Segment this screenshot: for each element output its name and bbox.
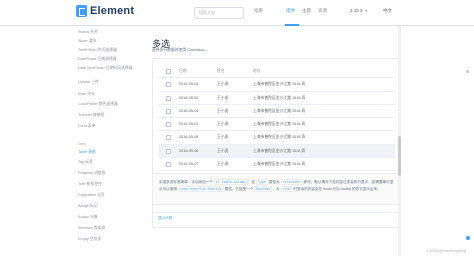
- cell-date: 2016-05-08: [179, 135, 199, 140]
- dot-icon: [466, 70, 469, 73]
- column-header-date[interactable]: 日期: [179, 69, 187, 74]
- cell-address: 上海市普陀区金沙江路 1518 弄: [253, 135, 306, 140]
- sidebar-item-slider[interactable]: Slider 滑块: [78, 39, 96, 44]
- doc-text-3: 属性为: [268, 180, 280, 184]
- sidebar-item-tree[interactable]: Tree 树形控件: [78, 182, 102, 187]
- cell-address: 上海市普陀区金沙江路 1518 弄: [253, 108, 306, 113]
- cell-address: 上海市普陀区金沙江路 1518 弄: [253, 148, 306, 153]
- cell-address: 上海市普陀区金沙江路 1518 弄: [253, 122, 306, 127]
- code-type: type: [255, 179, 268, 185]
- sidebar-item-tag[interactable]: Tag 标签: [78, 160, 93, 165]
- scrollbar-thumb[interactable]: [398, 136, 401, 176]
- doc-text-2: ，设: [247, 180, 255, 184]
- sidebar-item-switch[interactable]: Switch 开关: [78, 30, 98, 35]
- table-row[interactable]: 2016-05-02 王小虎 上海市普陀区金沙江路 1518 弄: [159, 92, 395, 105]
- doc-text-7: 时多余的内容会在 hover 时以 tooltip 的形式显示出来。: [293, 187, 381, 191]
- table-row[interactable]: 2016-05-07 王小虎 上海市普陀区金沙江路 1518 弄: [159, 158, 395, 172]
- row-checkbox[interactable]: [166, 108, 171, 114]
- row-checkbox[interactable]: [166, 135, 171, 141]
- nav-component[interactable]: 组件: [286, 8, 295, 14]
- element-logo[interactable]: Element: [76, 5, 134, 17]
- sidebar-item-rate[interactable]: Rate 评分: [78, 92, 95, 97]
- cell-name: 王小虎: [217, 108, 229, 113]
- doc-text-1: 实现多选非常简单：手动添加一个: [159, 180, 213, 184]
- row-checkbox[interactable]: [166, 82, 171, 88]
- row-checkbox[interactable]: [166, 95, 171, 101]
- sidebar-item-table[interactable]: Table 表格: [78, 150, 96, 155]
- select-all-checkbox[interactable]: [166, 69, 171, 74]
- doc-text-6: ，为: [272, 187, 280, 191]
- sidebar-item-form[interactable]: Form 表单: [78, 124, 96, 129]
- sidebar-item-skeleton[interactable]: Skeleton 骨架屏: [78, 226, 105, 231]
- language-switch[interactable]: 中文: [383, 8, 392, 14]
- top-header: Element 搜索文档 指南 组件 主题 资源 2.15.3 ▼ 中文: [0, 0, 474, 26]
- code-true: true: [280, 186, 293, 192]
- sidebar: Switch 开关 Slider 滑块 TimePicker 时间选择器 Dat…: [70, 26, 148, 256]
- search-input[interactable]: 搜索文档: [194, 7, 244, 19]
- nav-resource[interactable]: 资源: [318, 8, 327, 14]
- sidebar-item-transfer[interactable]: Transfer 穿梭框: [78, 113, 104, 118]
- sidebar-item-badge[interactable]: Badge 标记: [78, 204, 98, 209]
- scrollbar[interactable]: [398, 26, 401, 256]
- show-code-toggle[interactable]: 显示代码: [152, 212, 400, 222]
- sidebar-item-datepicker[interactable]: DatePicker 日期选择器: [78, 57, 117, 62]
- cell-name: 王小虎: [217, 148, 229, 153]
- sidebar-item-pagination[interactable]: Pagination 分页: [78, 193, 105, 198]
- watermark: CSDN @wenfangfang: [426, 248, 466, 253]
- code-el-table-column: el-table-column: [213, 179, 248, 185]
- cell-address: 上海市普陀区金沙江路 1518 弄: [253, 82, 306, 87]
- main-content: 多选 选择多行数据时使用 Checkbox。 日期 姓名 地址 2016-05-…: [152, 26, 402, 256]
- cell-date: 2016-05-03: [179, 82, 199, 87]
- logo-text: Element: [90, 5, 135, 17]
- description-text: 实现多选非常简单：手动添加一个 el-table-column ，设 type 属…: [159, 179, 395, 193]
- column-header-address[interactable]: 地址: [253, 69, 261, 74]
- version-value: 2.15.3: [350, 8, 363, 13]
- description-box: 实现多选非常简单：手动添加一个 el-table-column ，设 type 属…: [152, 173, 400, 205]
- table-header-row: 日期 姓名 地址: [159, 65, 395, 79]
- chevron-down-icon: ▼: [364, 9, 368, 13]
- cell-name: 王小虎: [217, 162, 229, 167]
- row-checkbox[interactable]: [166, 148, 171, 154]
- doc-text-5: 属性，它接受一个: [224, 187, 254, 191]
- cell-name: 王小虎: [217, 82, 229, 87]
- sidebar-item-progress[interactable]: Progress 进度条: [78, 171, 106, 176]
- sidebar-item-datetimepicker[interactable]: DateTimePicker 日期时间选择器: [78, 66, 133, 71]
- sidebar-group-data: Data: [78, 142, 86, 146]
- version-select[interactable]: 2.15.3 ▼: [350, 8, 368, 13]
- code-selection: selection: [280, 179, 303, 185]
- cell-date: 2016-05-06: [179, 148, 199, 153]
- table-row[interactable]: 2016-05-03 王小虎 上海市普陀区金沙江路 1518 弄: [159, 78, 395, 92]
- cell-date: 2016-05-07: [179, 162, 199, 167]
- section-description: 选择多行数据时使用 Checkbox。: [152, 48, 208, 52]
- code-boolean: Boolean: [254, 186, 273, 192]
- table-row[interactable]: 2016-05-04 王小虎 上海市普陀区金沙江路 1518 弄: [159, 105, 395, 119]
- sidebar-item-colorpicker[interactable]: ColorPicker 颜色选择器: [78, 102, 118, 107]
- column-header-name[interactable]: 姓名: [217, 69, 225, 74]
- table-row[interactable]: 2016-05-01 王小虎 上海市普陀区金沙江路 1518 弄: [159, 118, 395, 132]
- row-checkbox[interactable]: [166, 162, 171, 168]
- cell-date: 2016-05-02: [179, 95, 199, 100]
- cell-date: 2016-05-04: [179, 108, 199, 113]
- nav-guide[interactable]: 指南: [254, 8, 263, 14]
- nav-theme[interactable]: 主题: [302, 8, 311, 14]
- row-checkbox[interactable]: [166, 122, 171, 128]
- cell-date: 2016-05-01: [179, 122, 199, 127]
- back-to-top-icon[interactable]: [466, 236, 470, 240]
- sidebar-item-upload[interactable]: Upload 上传: [78, 80, 99, 85]
- cell-address: 上海市普陀区金沙江路 1518 弄: [253, 162, 306, 167]
- data-table: 日期 姓名 地址 2016-05-03 王小虎 上海市普陀区金沙江路 1518 …: [159, 65, 395, 172]
- cell-name: 王小虎: [217, 95, 229, 100]
- cell-name: 王小虎: [217, 135, 229, 140]
- table-row-hover[interactable]: 2016-05-06 王小虎 上海市普陀区金沙江路 1518 弄: [159, 144, 395, 159]
- cell-address: 上海市普陀区金沙江路 1518 弄: [253, 95, 306, 100]
- sidebar-item-timepicker[interactable]: TimePicker 时间选择器: [78, 48, 117, 53]
- sidebar-item-empty[interactable]: Empty 空状态: [78, 237, 101, 242]
- code-show-overflow-tooltip: show-overflow-tooltip: [177, 186, 224, 192]
- table-row[interactable]: 2016-05-08 王小虎 上海市普陀区金沙江路 1518 弄: [159, 131, 395, 145]
- cell-name: 王小虎: [217, 122, 229, 127]
- sidebar-item-avatar[interactable]: Avatar 头像: [78, 215, 98, 220]
- element-logo-icon: [76, 5, 87, 17]
